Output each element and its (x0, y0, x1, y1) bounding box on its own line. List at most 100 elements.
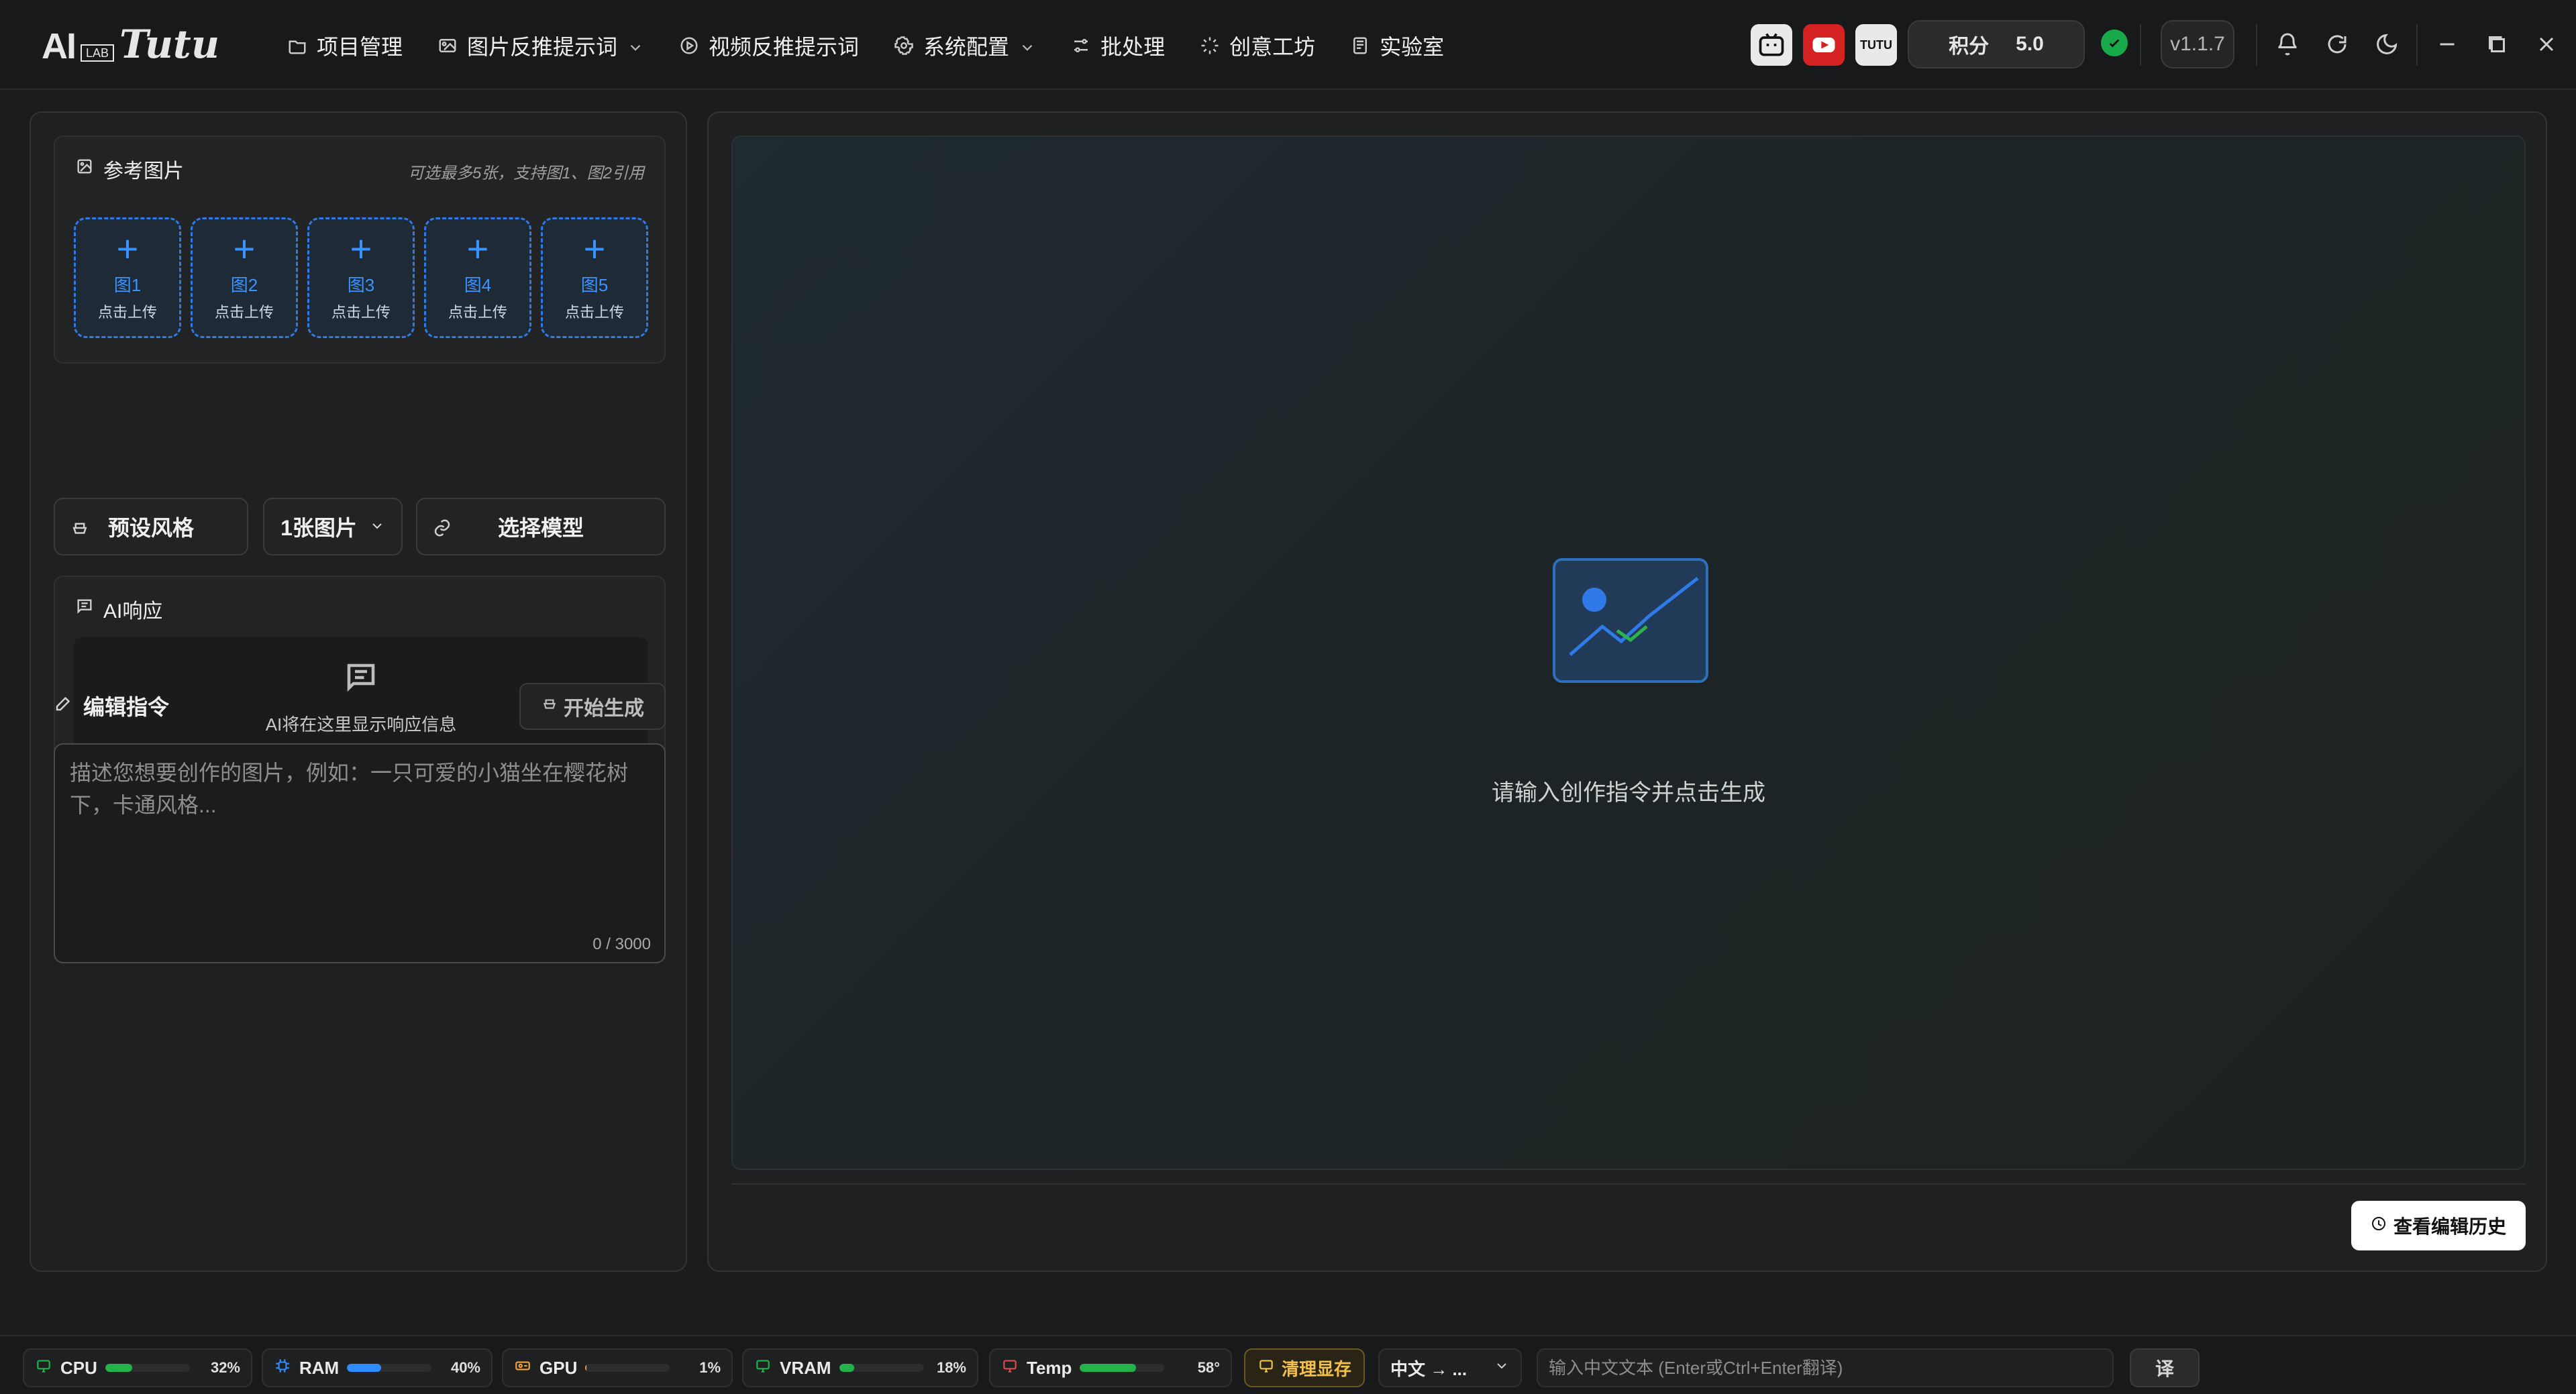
character-counter: 0 / 3000 (593, 935, 651, 953)
prompt-textarea[interactable] (55, 745, 664, 962)
plus-icon: + (233, 227, 256, 270)
vram-label: VRAM (780, 1357, 831, 1378)
slot-subtitle: 点击上传 (331, 303, 391, 321)
pencil-icon (54, 693, 74, 718)
preset-style-button[interactable]: 预设风格 (54, 498, 248, 555)
plus-icon: + (466, 227, 489, 270)
preset-style-label: 预设风格 (107, 516, 194, 540)
chevron-down-icon (1494, 1358, 1510, 1379)
monitor-icon (1257, 1357, 1275, 1379)
nav-item-creative-workshop[interactable]: 创意工坊 (1200, 30, 1315, 61)
flask-icon (1350, 36, 1370, 56)
divider (2416, 24, 2418, 66)
language-select-label: 中文 → ... (1390, 1358, 1467, 1379)
start-generate-label: 开始生成 (564, 698, 644, 720)
close-icon[interactable] (2530, 28, 2563, 60)
nav-item-video-reverse-prompt[interactable]: 视频反推提示词 (679, 30, 859, 61)
select-model-button[interactable]: 选择模型 (416, 498, 666, 555)
clear-vram-button[interactable]: 清理显存 (1244, 1348, 1365, 1387)
gpu-label: GPU (539, 1357, 578, 1378)
ram-label: RAM (299, 1357, 340, 1378)
maximize-icon[interactable] (2481, 28, 2513, 60)
top-bar: AI LAB Tutu 项目管理 图片反推提示词 视频反推提示词 系统配置 批处… (0, 0, 2576, 90)
nav-item-lab[interactable]: 实验室 (1350, 30, 1444, 61)
folder-icon (287, 36, 307, 56)
gpu-icon (514, 1357, 531, 1379)
translate-input[interactable] (1538, 1350, 2112, 1386)
vram-stat: VRAM 18% (742, 1348, 978, 1387)
upload-slot-4[interactable]: + 图4 点击上传 (424, 217, 531, 338)
points-value: 5.0 (2016, 33, 2044, 55)
vram-bar (839, 1364, 924, 1372)
select-model-label: 选择模型 (497, 516, 584, 540)
nav-item-project-management[interactable]: 项目管理 (287, 30, 403, 61)
chip-icon (274, 1357, 291, 1379)
cpu-stat: CPU 32% (23, 1348, 252, 1387)
chevron-down-icon (1019, 37, 1036, 54)
bilibili-icon[interactable] (1751, 24, 1792, 66)
nav-item-batch[interactable]: 批处理 (1071, 30, 1165, 61)
sliders-icon (1071, 36, 1091, 56)
chat-icon (75, 597, 94, 621)
minimize-icon[interactable] (2431, 28, 2463, 60)
image-count-select[interactable]: 1张图片 (263, 498, 403, 555)
view-edit-history-button[interactable]: 查看编辑历史 (2351, 1201, 2526, 1250)
status-bar: CPU 32% RAM 40% GPU 1% VRAM 18% Temp 58° (0, 1335, 2576, 1394)
ram-bar (347, 1364, 432, 1372)
temp-bar-fill (1080, 1364, 1136, 1372)
temp-stat: Temp 58° (989, 1348, 1232, 1387)
upload-slot-1[interactable]: + 图1 点击上传 (74, 217, 181, 338)
top-nav: 项目管理 图片反推提示词 视频反推提示词 系统配置 批处理 创意工坊 实验室 (287, 27, 1444, 64)
nav-label: 创意工坊 (1229, 35, 1316, 59)
bell-icon[interactable] (2271, 28, 2304, 60)
chevron-down-icon (369, 515, 385, 539)
cpu-percent: 32% (210, 1359, 240, 1376)
slot-title: 图3 (347, 274, 375, 295)
chevron-down-icon (627, 37, 644, 54)
ram-bar-fill (347, 1364, 381, 1372)
logo-ai: AI (42, 26, 76, 66)
slot-title: 图5 (580, 274, 609, 295)
reference-title-text: 参考图片 (103, 160, 184, 182)
slot-title: 图4 (464, 274, 492, 295)
clock-icon (2371, 1215, 2387, 1236)
vram-bar-fill (839, 1364, 855, 1372)
upload-slot-5[interactable]: + 图5 点击上传 (541, 217, 648, 338)
edit-instruction-text: 编辑指令 (83, 695, 170, 719)
plus-icon: + (116, 227, 139, 270)
nav-item-image-reverse-prompt[interactable]: 图片反推提示词 (437, 30, 644, 61)
left-panel: 参考图片 可选最多5张，支持图1、图2引用 + 图1 点击上传 + 图2 点击上… (30, 111, 687, 1272)
monitor-icon (35, 1357, 52, 1379)
translate-input-wrap[interactable] (1537, 1348, 2114, 1387)
plus-icon: + (583, 227, 606, 270)
reference-hint: 可选最多5张，支持图1、图2引用 (407, 164, 644, 182)
gpu-bar (585, 1364, 670, 1372)
points-display: 积分 5.0 (1908, 20, 2085, 68)
gpu-bar-fill (585, 1364, 586, 1372)
start-generate-button[interactable]: 开始生成 (519, 683, 666, 730)
tutu-icon[interactable]: TUTU (1855, 24, 1897, 66)
edit-instruction-label: 编辑指令 (54, 690, 169, 721)
language-select[interactable]: 中文 → ... (1378, 1348, 1522, 1387)
ai-response-title-text: AI响应 (103, 600, 163, 623)
temp-bar (1080, 1364, 1165, 1372)
divider (2140, 24, 2141, 66)
youtube-icon[interactable] (1803, 24, 1845, 66)
divider (731, 1183, 2526, 1185)
upload-slot-2[interactable]: + 图2 点击上传 (191, 217, 298, 338)
prompt-input-wrap[interactable]: 0 / 3000 (54, 743, 666, 963)
upload-slot-3[interactable]: + 图3 点击上传 (307, 217, 415, 338)
nav-item-system-config[interactable]: 系统配置 (894, 30, 1036, 61)
temp-label: Temp (1027, 1357, 1072, 1378)
reference-title: 参考图片 (75, 154, 184, 184)
ram-percent: 40% (450, 1359, 480, 1376)
gpu-percent: 1% (699, 1359, 721, 1376)
moon-icon[interactable] (2371, 28, 2403, 60)
ai-response-placeholder: AI将在这里显示响应信息 (265, 714, 457, 735)
refresh-icon[interactable] (2321, 28, 2353, 60)
output-canvas: 请输入创作指令并点击生成 (731, 136, 2526, 1170)
temp-value: 58° (1197, 1359, 1220, 1376)
link-icon (432, 518, 452, 538)
cpu-label: CPU (60, 1357, 97, 1378)
translate-button[interactable]: 译 (2130, 1348, 2200, 1387)
